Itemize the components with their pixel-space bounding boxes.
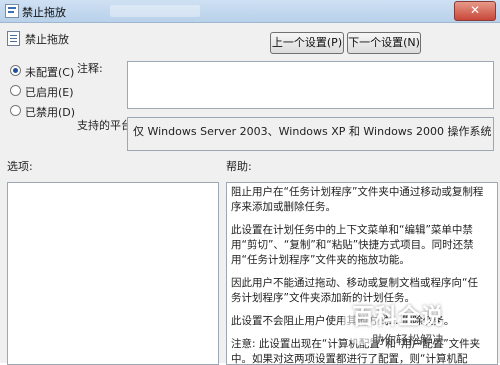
comment-textarea[interactable] [127,61,494,109]
titlebar-blurred-text [110,5,200,17]
radio-unselected-icon[interactable] [10,105,21,116]
supported-platform-value: 仅 Windows Server 2003、Windows XP 和 Windo… [133,125,492,138]
previous-setting-button[interactable]: 上一个设置(P) [270,32,344,54]
title-bar: 禁止拖放 ✕ [0,0,500,23]
radio-label: 已启用(E) [25,86,74,99]
options-label: 选项: [7,160,33,173]
radio-label: 未配置(C) [25,66,75,79]
help-label: 帮助: [226,160,252,173]
window-title: 禁止拖放 [22,6,66,19]
supported-platform-box: 仅 Windows Server 2003、Windows XP 和 Windo… [127,117,494,151]
help-paragraph: 阻止用户在“任务计划程序”文件夹中通过移动或复制程序来添加或删除任务。 [231,186,484,213]
watermark-subtitle: 助你轻松解决 [372,333,445,347]
policy-app-icon [5,4,19,18]
next-setting-button[interactable]: 下一个设置(N) [347,32,421,54]
close-button[interactable]: ✕ [454,1,496,21]
radio-selected-icon[interactable] [10,65,21,76]
watermark-title: 百科全说 [352,305,445,330]
radio-label: 已禁用(D) [25,106,76,119]
radio-unselected-icon[interactable] [10,85,21,96]
comment-label: 注释: [77,62,103,75]
options-panel [7,182,219,365]
watermark-logo: 百科全说 助你轻松解决 [342,291,492,361]
policy-setting-icon [7,31,20,46]
policy-name: 禁止拖放 [25,33,69,46]
help-paragraph: 此设置在计划任务中的上下文菜单和“编辑”菜单中禁用“剪切”、“复制”和“粘贴”快… [231,224,474,266]
